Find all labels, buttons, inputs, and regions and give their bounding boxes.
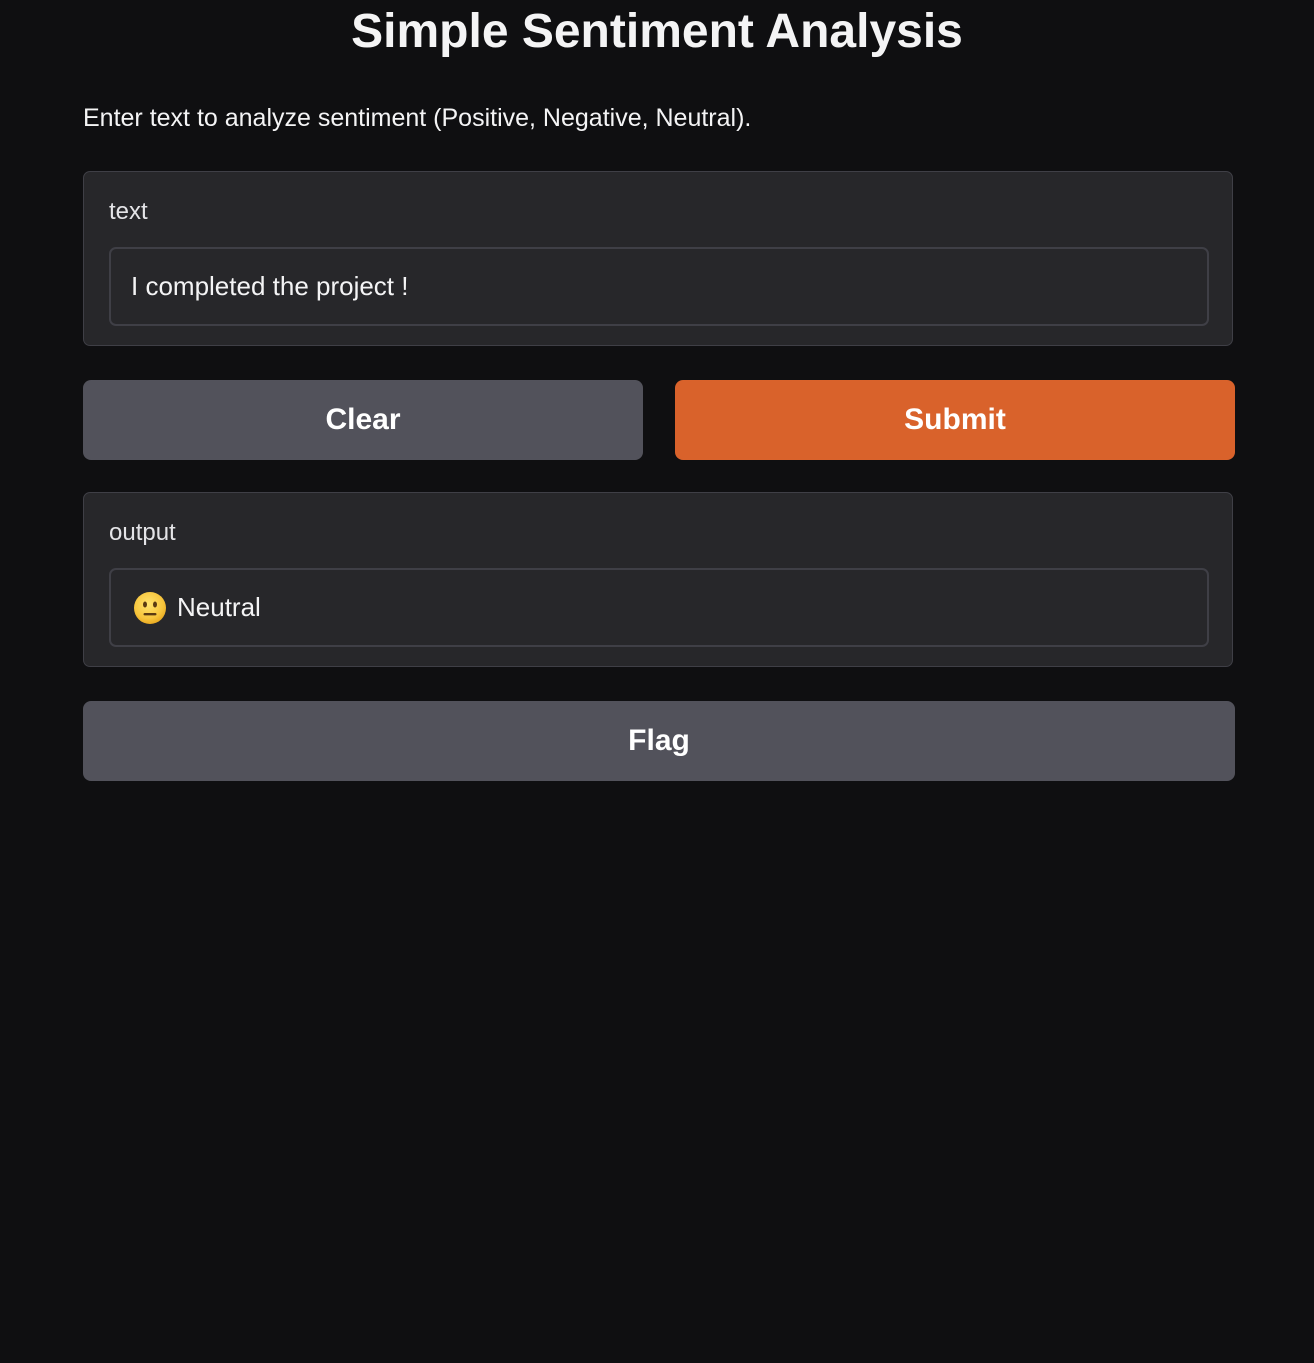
output-block: output Neutral [83, 492, 1233, 667]
text-input[interactable] [109, 247, 1209, 326]
text-input-block: text [83, 171, 1233, 346]
output-value: Neutral [177, 592, 261, 622]
clear-button[interactable]: Clear [83, 380, 643, 460]
flag-button[interactable]: Flag [83, 701, 1235, 781]
output-label: output [109, 519, 176, 546]
submit-button[interactable]: Submit [675, 380, 1235, 460]
output-field[interactable]: Neutral [109, 568, 1209, 647]
neutral-face-emoji-icon [134, 591, 166, 624]
text-input-label: text [109, 198, 148, 225]
app-page: Simple Sentiment Analysis Enter text to … [0, 0, 1314, 1363]
page-description: Enter text to analyze sentiment (Positiv… [83, 104, 752, 132]
page-title: Simple Sentiment Analysis [351, 5, 963, 58]
